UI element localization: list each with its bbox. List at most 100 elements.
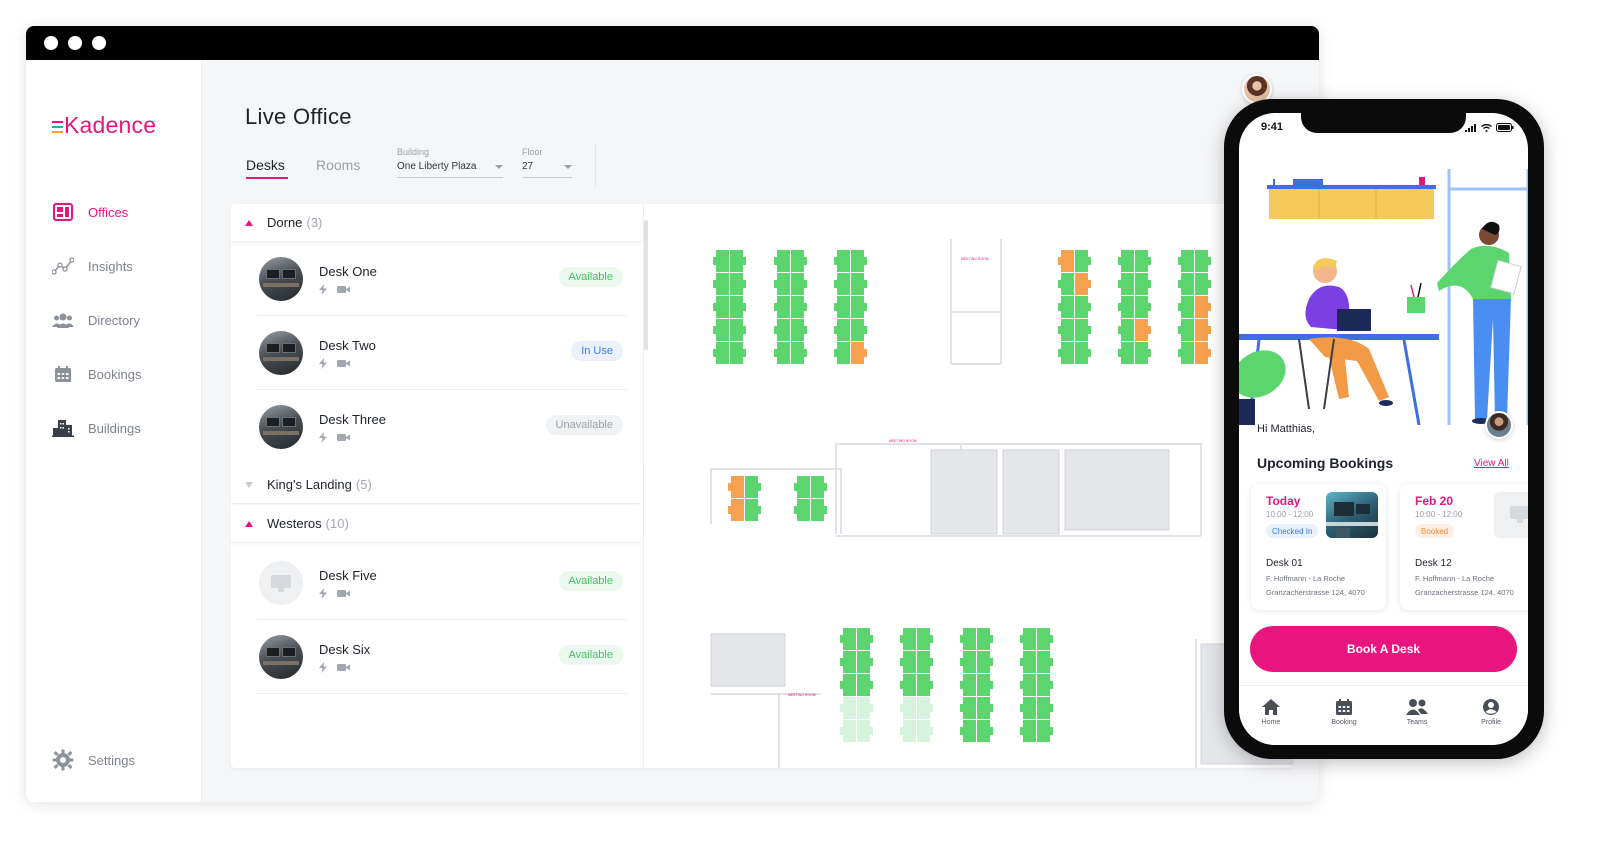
desk-available[interactable] [1195, 273, 1208, 295]
desk-available[interactable] [716, 273, 729, 295]
desk-available[interactable] [837, 296, 850, 318]
desk-available[interactable] [963, 628, 976, 650]
sidebar-item-bookings[interactable]: Bookings [52, 362, 141, 386]
list-scrollbar[interactable] [644, 220, 648, 350]
desk-available[interactable] [1037, 674, 1050, 696]
desk-available[interactable] [843, 697, 856, 719]
desk-available[interactable] [716, 296, 729, 318]
desk-row-two[interactable]: Desk Two In Use [257, 316, 627, 390]
desk-available[interactable] [917, 697, 930, 719]
desk-available[interactable] [837, 273, 850, 295]
desk-available[interactable] [1135, 296, 1148, 318]
desk-available[interactable] [1181, 296, 1194, 318]
desk-available[interactable] [917, 628, 930, 650]
desk-available[interactable] [1037, 651, 1050, 673]
desk-available[interactable] [777, 319, 790, 341]
tab-booking[interactable]: Booking [1319, 698, 1369, 726]
sidebar-item-offices[interactable]: Offices [52, 200, 128, 224]
desk-available[interactable] [977, 651, 990, 673]
tab-rooms[interactable]: Rooms [316, 157, 360, 173]
desk-available[interactable] [851, 319, 864, 341]
desk-available[interactable] [1061, 342, 1074, 364]
profile-avatar[interactable] [1485, 411, 1513, 439]
desk-available[interactable] [851, 273, 864, 295]
desk-row-three[interactable]: Desk Three Unavailable [257, 390, 627, 464]
tab-desks[interactable]: Desks [246, 157, 285, 173]
desk-available[interactable] [1037, 720, 1050, 742]
desk-available[interactable] [777, 250, 790, 272]
desk-available[interactable] [963, 697, 976, 719]
desk-available[interactable] [977, 697, 990, 719]
desk-occupied[interactable] [1195, 296, 1208, 318]
desk-available[interactable] [730, 250, 743, 272]
desk-available[interactable] [1121, 319, 1134, 341]
desk-available[interactable] [857, 720, 870, 742]
desk-available[interactable] [857, 674, 870, 696]
desk-available[interactable] [791, 319, 804, 341]
desk-occupied[interactable] [1195, 319, 1208, 341]
desk-available[interactable] [1075, 342, 1088, 364]
desk-available[interactable] [857, 651, 870, 673]
desk-available[interactable] [1135, 250, 1148, 272]
desk-available[interactable] [811, 499, 824, 521]
desk-available[interactable] [1181, 342, 1194, 364]
desk-available[interactable] [716, 342, 729, 364]
floor-plan-map[interactable]: MEETING ROOM MEETING ROOM MEETING ROOM [661, 204, 1293, 768]
booking-card-feb-20[interactable]: Feb 20 10:00 - 12:00 Booked Desk 12 F. H… [1400, 484, 1528, 610]
desk-available[interactable] [903, 697, 916, 719]
desk-available[interactable] [730, 319, 743, 341]
desk-available[interactable] [1023, 697, 1036, 719]
desk-available[interactable] [745, 476, 758, 498]
desk-occupied[interactable] [731, 476, 744, 498]
desk-available[interactable] [1075, 319, 1088, 341]
desk-available[interactable] [837, 250, 850, 272]
desk-available[interactable] [857, 697, 870, 719]
desk-available[interactable] [1135, 273, 1148, 295]
desk-available[interactable] [903, 674, 916, 696]
desk-available[interactable] [963, 651, 976, 673]
desk-row-five[interactable]: Desk Five Available [257, 546, 627, 620]
desk-available[interactable] [1075, 250, 1088, 272]
desk-available[interactable] [745, 499, 758, 521]
desk-available[interactable] [917, 651, 930, 673]
desk-available[interactable] [730, 273, 743, 295]
desk-occupied[interactable] [1195, 342, 1208, 364]
desk-available[interactable] [1023, 628, 1036, 650]
desk-available[interactable] [777, 296, 790, 318]
window-dot[interactable] [44, 36, 58, 50]
desk-available[interactable] [837, 342, 850, 364]
desk-available[interactable] [1023, 674, 1036, 696]
tab-profile[interactable]: Profile [1466, 698, 1516, 726]
desk-available[interactable] [843, 628, 856, 650]
desk-available[interactable] [1061, 296, 1074, 318]
tab-home[interactable]: Home [1246, 698, 1296, 726]
floor-select[interactable]: 27 [522, 156, 572, 178]
desk-available[interactable] [917, 720, 930, 742]
desk-available[interactable] [777, 273, 790, 295]
desk-occupied[interactable] [1075, 273, 1088, 295]
desk-available[interactable] [1037, 628, 1050, 650]
desk-available[interactable] [1121, 342, 1134, 364]
group-header-kings-landing[interactable]: King's Landing (5) [231, 466, 641, 504]
desk-available[interactable] [1181, 250, 1194, 272]
kadence-logo[interactable]: Kadence [52, 112, 156, 139]
desk-available[interactable] [843, 720, 856, 742]
desk-available[interactable] [1061, 319, 1074, 341]
desk-occupied[interactable] [1135, 319, 1148, 341]
desk-available[interactable] [963, 720, 976, 742]
desk-available[interactable] [1037, 697, 1050, 719]
window-dot[interactable] [92, 36, 106, 50]
desk-available[interactable] [791, 273, 804, 295]
desk-row-one[interactable]: Desk One Available [257, 242, 627, 316]
desk-available[interactable] [1121, 296, 1134, 318]
desk-available[interactable] [797, 499, 810, 521]
group-header-westeros[interactable]: Westeros (10) [231, 505, 641, 543]
sidebar-item-directory[interactable]: Directory [52, 308, 140, 332]
desk-available[interactable] [903, 628, 916, 650]
desk-available[interactable] [716, 319, 729, 341]
desk-available[interactable] [791, 250, 804, 272]
desk-occupied[interactable] [851, 342, 864, 364]
desk-available[interactable] [1121, 273, 1134, 295]
group-header-dorne[interactable]: Dorne (3) [231, 204, 641, 242]
desk-occupied[interactable] [731, 499, 744, 521]
